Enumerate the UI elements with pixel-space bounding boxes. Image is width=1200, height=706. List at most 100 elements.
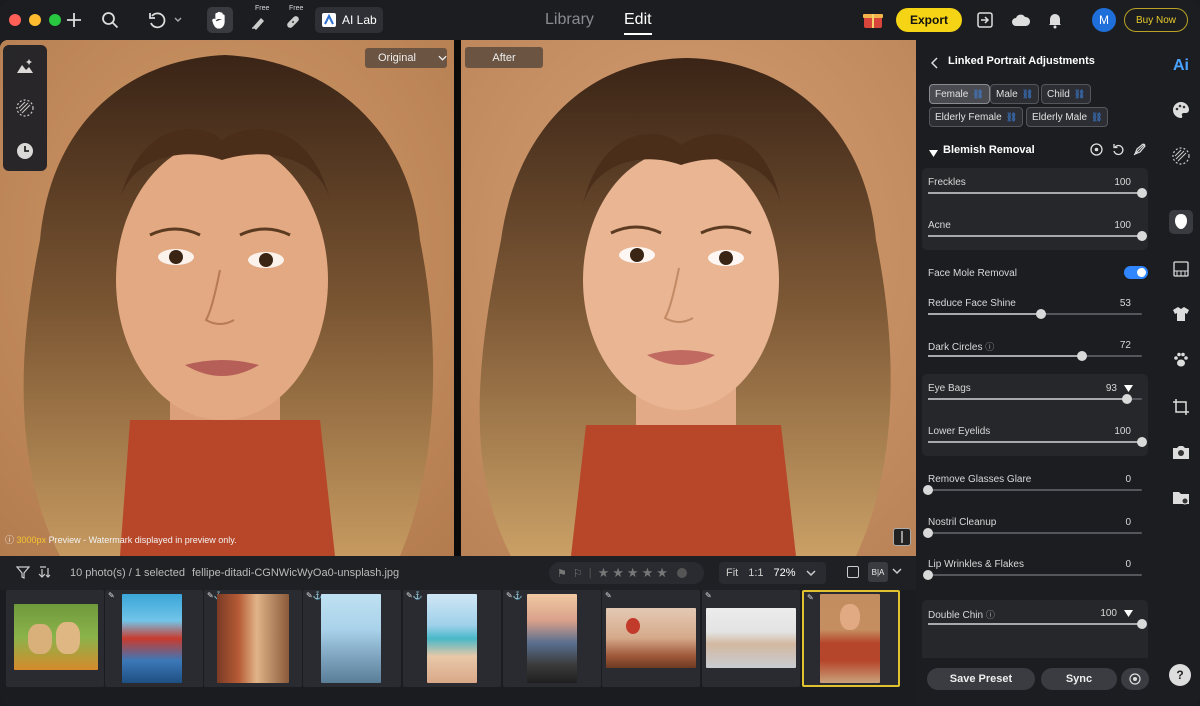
slider-track[interactable]: [923, 485, 1142, 495]
slider-track[interactable]: [928, 619, 1147, 629]
slider-reduce-face-shine[interactable]: Reduce Face Shine 53: [928, 298, 1143, 338]
clothing-module-icon[interactable]: [1169, 302, 1193, 326]
pet-module-icon[interactable]: [1169, 348, 1193, 372]
grain-icon[interactable]: [13, 96, 37, 120]
zoom-window-button[interactable]: [49, 14, 61, 26]
slider-knob[interactable]: [923, 485, 933, 495]
sync-button[interactable]: Sync: [1041, 668, 1117, 690]
slider-track[interactable]: [923, 528, 1142, 538]
filter-icon[interactable]: [15, 565, 31, 582]
thumbnail-portrait-selected[interactable]: ✎: [802, 590, 900, 687]
zoom-level-select[interactable]: 72%: [774, 567, 796, 579]
color-label-icon[interactable]: [676, 568, 687, 578]
slider-track[interactable]: [928, 188, 1147, 198]
thumbnail-city-tower[interactable]: ✎⚓: [303, 590, 401, 687]
thumbnail-puppies[interactable]: [6, 590, 104, 687]
slider-eye-bags[interactable]: Eye Bags 93: [928, 383, 1143, 423]
grain-module-icon[interactable]: [1169, 144, 1193, 168]
thumbnail-alley[interactable]: ✎⚓: [204, 590, 302, 687]
back-chevron-icon[interactable]: [930, 56, 939, 74]
save-preset-button[interactable]: Save Preset: [927, 668, 1035, 690]
slider-track[interactable]: [928, 394, 1142, 404]
add-icon[interactable]: [62, 8, 86, 32]
nav-edit-tab[interactable]: Edit: [624, 11, 652, 35]
gift-icon[interactable]: [861, 8, 885, 32]
buy-now-button[interactable]: Buy Now: [1124, 8, 1188, 32]
slider-freckles[interactable]: Freckles 100: [928, 177, 1147, 217]
crop-module-icon[interactable]: [1169, 395, 1193, 419]
zoom-fit-button[interactable]: Fit: [726, 567, 738, 579]
help-icon[interactable]: ⓘ: [986, 610, 995, 620]
slider-acne[interactable]: Acne 100: [928, 220, 1147, 260]
split-divider[interactable]: [454, 40, 461, 556]
brush-edit-icon[interactable]: [1133, 143, 1146, 161]
chevron-down-icon[interactable]: [892, 566, 902, 578]
tag-female[interactable]: Female ⛓: [929, 84, 990, 104]
slider-track[interactable]: [928, 437, 1147, 447]
slider-lip-wrinkles[interactable]: Lip Wrinkles & Flakes 0: [923, 559, 1143, 599]
star-rating[interactable]: ★★★★★: [598, 565, 671, 581]
slider-knob[interactable]: [923, 570, 933, 580]
split-compare-icon[interactable]: [893, 528, 911, 546]
chevron-down-icon[interactable]: [806, 569, 816, 577]
minimize-window-button[interactable]: [29, 14, 41, 26]
slider-knob[interactable]: [1137, 188, 1147, 198]
sync-settings-icon[interactable]: [1121, 668, 1149, 690]
color-palette-icon[interactable]: [1169, 98, 1193, 122]
export-button[interactable]: Export: [896, 8, 962, 32]
import-icon[interactable]: [973, 8, 997, 32]
section-collapse-icon[interactable]: [929, 145, 938, 163]
flag-reject-icon[interactable]: ⚐: [573, 567, 583, 580]
slider-knob[interactable]: [1122, 394, 1133, 404]
portrait-module-icon[interactable]: [1169, 210, 1193, 234]
tag-male[interactable]: Male ⛓: [990, 84, 1040, 104]
auto-adjust-icon[interactable]: [13, 54, 37, 78]
thumbnail-sunset-dog[interactable]: ✎⚓: [503, 590, 601, 687]
cloud-icon[interactable]: [1009, 8, 1033, 32]
visibility-eye-icon[interactable]: [1090, 143, 1103, 161]
help-icon[interactable]: ⓘ: [985, 342, 994, 352]
slider-knob[interactable]: [1137, 437, 1147, 447]
slider-track[interactable]: [928, 309, 1142, 319]
slider-knob[interactable]: [1077, 351, 1088, 361]
image-canvas[interactable]: Original After ⓘ 3000px Preview - Waterm…: [0, 40, 916, 556]
user-avatar[interactable]: M: [1092, 8, 1116, 32]
before-after-view-button[interactable]: B|A: [868, 562, 888, 582]
ai-module-icon[interactable]: Ai: [1169, 54, 1193, 78]
expand-caret-icon[interactable]: [1124, 610, 1133, 618]
history-clock-icon[interactable]: [13, 139, 37, 163]
thumbnail-red-temple[interactable]: ✎: [105, 590, 203, 687]
slider-track[interactable]: [928, 351, 1142, 361]
thumbnail-family[interactable]: ✎: [702, 590, 800, 687]
tag-elderly-male[interactable]: Elderly Male ⛓: [1026, 107, 1109, 127]
tag-elderly-female[interactable]: Elderly Female ⛓: [929, 107, 1024, 127]
zoom-100-button[interactable]: 1:1: [748, 567, 763, 579]
help-button[interactable]: ?: [1169, 664, 1191, 686]
ai-eraser-icon[interactable]: [246, 10, 270, 34]
hand-tool-icon[interactable]: [207, 7, 233, 33]
slider-track[interactable]: [928, 231, 1147, 241]
bandage-icon[interactable]: [281, 10, 305, 34]
flag-pick-icon[interactable]: ⚑: [557, 567, 567, 580]
tag-child[interactable]: Child ⛓: [1041, 84, 1092, 104]
close-window-button[interactable]: [9, 14, 21, 26]
sort-icon[interactable]: [38, 565, 52, 582]
slider-knob[interactable]: [1137, 619, 1147, 629]
ai-lab-button[interactable]: AI Lab: [315, 7, 383, 33]
slider-knob[interactable]: [1137, 231, 1147, 241]
slider-knob[interactable]: [1036, 309, 1047, 319]
export-folder-icon[interactable]: [1169, 486, 1193, 510]
notification-bell-icon[interactable]: [1043, 8, 1067, 32]
thumbnail-balloons[interactable]: ✎: [602, 590, 700, 687]
nav-library-tab[interactable]: Library: [545, 11, 594, 29]
slider-nostril-cleanup[interactable]: Nostril Cleanup 0: [923, 517, 1143, 557]
single-view-icon[interactable]: [847, 566, 859, 578]
search-icon[interactable]: [98, 8, 122, 32]
background-module-icon[interactable]: [1169, 257, 1193, 281]
undo-history-chevron-icon[interactable]: [170, 8, 186, 32]
camera-module-icon[interactable]: [1169, 440, 1193, 464]
slider-remove-glasses-glare[interactable]: Remove Glasses Glare 0: [923, 474, 1143, 514]
thumbnail-beach[interactable]: ✎⚓: [403, 590, 501, 687]
slider-lower-eyelids[interactable]: Lower Eyelids 100: [928, 426, 1147, 466]
slider-track[interactable]: [923, 570, 1142, 580]
